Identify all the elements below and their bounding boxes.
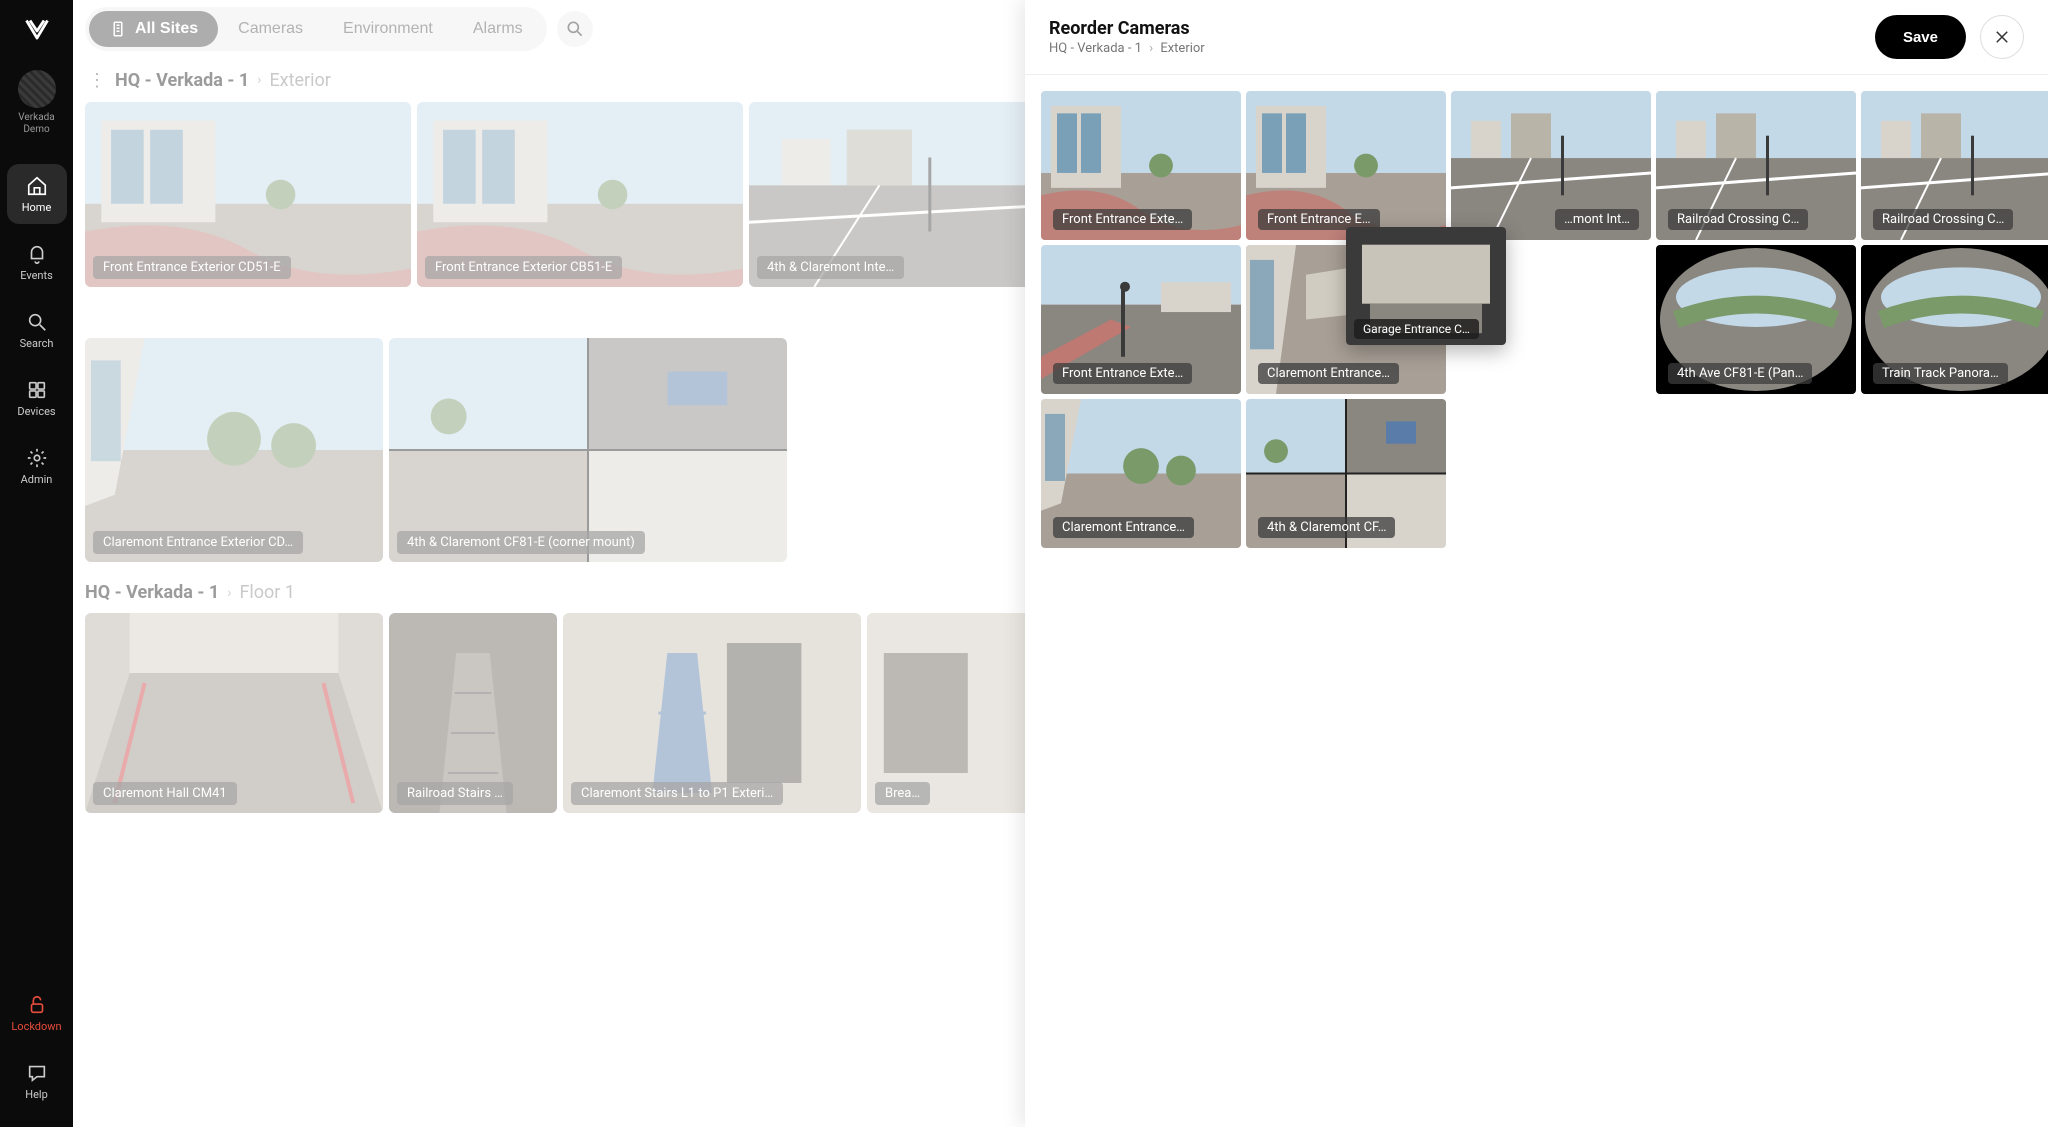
breadcrumb-site[interactable]: HQ - Verkada - 1 (115, 70, 249, 91)
camera-label: Front Entrance Exte… (1053, 209, 1192, 230)
reorder-tile[interactable]: 4th Ave CF81-E (Pan… (1656, 245, 1856, 394)
close-icon (1993, 28, 2011, 46)
logo[interactable] (18, 12, 56, 50)
tab-alarms-label: Alarms (473, 20, 523, 38)
nav-lockdown-label: Lockdown (11, 1020, 61, 1033)
nav-search-label: Search (20, 337, 54, 350)
camera-label: 4th & Claremont CF… (1258, 517, 1395, 538)
camera-label: Garage Entrance C… (1354, 319, 1479, 339)
chevron-right-icon: › (257, 72, 261, 88)
panel-breadcrumb-site: HQ - Verkada - 1 (1049, 41, 1142, 56)
reorder-grid: Front Entrance Exte… Front Entrance E… …mo… (1041, 91, 2032, 553)
camera-label: 4th Ave CF81-E (Pan… (1668, 363, 1812, 384)
reorder-tile[interactable]: Train Track Panora… (1861, 245, 2048, 394)
camera-label: Brea… (875, 782, 930, 805)
camera-label: Claremont Entrance… (1258, 363, 1399, 384)
panel-breadcrumb-sub: Exterior (1160, 41, 1204, 56)
nav-events-label: Events (20, 269, 53, 282)
camera-label: Claremont Entrance… (1053, 517, 1194, 538)
search-icon (26, 311, 48, 333)
filter-all-sites-label: All Sites (135, 20, 198, 38)
nav-help[interactable]: Help (7, 1051, 67, 1111)
camera-tile[interactable]: Claremont Stairs L1 to P1 Exteri… (563, 613, 861, 813)
nav-home[interactable]: Home (7, 164, 67, 224)
camera-tile[interactable]: Brea… (867, 613, 1035, 813)
filter-group: All Sites Cameras Environment Alarms (85, 7, 547, 51)
camera-label: Railroad Stairs … (397, 782, 513, 805)
reorder-tile[interactable]: Claremont Entrance… (1041, 399, 1241, 548)
reorder-tile[interactable]: Front Entrance Exte… (1041, 245, 1241, 394)
camera-tile[interactable]: Front Entrance Exterior CB51-E (417, 102, 743, 287)
camera-label: Front Entrance Exte… (1053, 363, 1192, 384)
nav-search[interactable]: Search (7, 300, 67, 360)
devices-icon (26, 379, 48, 401)
search-button[interactable] (557, 11, 593, 47)
panel-title: Reorder Cameras (1049, 18, 1875, 39)
camera-label: Claremont Entrance Exterior CD… (93, 531, 303, 554)
panel-breadcrumb: HQ - Verkada - 1 › Exterior (1049, 41, 1875, 56)
breadcrumb-sublocation[interactable]: Floor 1 (239, 582, 295, 603)
camera-label: Front Entrance Exterior CD51-E (93, 256, 291, 279)
reorder-panel: Reorder Cameras HQ - Verkada - 1 › Exter… (1025, 0, 2048, 1127)
chat-icon (26, 1062, 48, 1084)
tab-cameras[interactable]: Cameras (218, 11, 323, 47)
nav-devices[interactable]: Devices (7, 368, 67, 428)
search-icon (565, 19, 585, 39)
chevron-right-icon: › (227, 585, 231, 601)
section-more-button[interactable]: ⋮ (85, 68, 109, 92)
bell-icon (26, 243, 48, 265)
reorder-tile[interactable]: Railroad Crossing C… (1656, 91, 1856, 240)
nav-help-label: Help (25, 1088, 48, 1101)
sites-icon (109, 20, 127, 38)
camera-label: 4th & Claremont CF81-E (corner mount) (397, 531, 645, 554)
camera-label: Claremont Hall CM41 (93, 782, 237, 805)
save-button[interactable]: Save (1875, 15, 1966, 59)
camera-tile[interactable]: Claremont Hall CM41 (85, 613, 383, 813)
reorder-tile[interactable]: …mont Int… (1451, 91, 1651, 240)
tab-environment-label: Environment (343, 20, 433, 38)
panel-header: Reorder Cameras HQ - Verkada - 1 › Exter… (1025, 0, 2048, 75)
nav-devices-label: Devices (17, 405, 55, 418)
camera-tile[interactable]: Railroad Stairs … (389, 613, 557, 813)
camera-thumbnail (85, 338, 383, 562)
nav-events[interactable]: Events (7, 232, 67, 292)
lock-icon (26, 994, 48, 1016)
reorder-tile[interactable]: Railroad Crossing C… (1861, 91, 2048, 240)
breadcrumb-sublocation[interactable]: Exterior (269, 70, 330, 91)
gear-icon (26, 447, 48, 469)
close-button[interactable] (1980, 15, 2024, 59)
nav-admin[interactable]: Admin (7, 436, 67, 496)
nav-admin-label: Admin (21, 473, 53, 486)
camera-tile[interactable]: Claremont Entrance Exterior CD… (85, 338, 383, 562)
camera-tile[interactable]: 4th & Claremont CF81-E (corner mount) (389, 338, 787, 562)
tab-alarms[interactable]: Alarms (453, 11, 543, 47)
camera-label: …mont Int… (1555, 209, 1639, 230)
filter-all-sites[interactable]: All Sites (89, 11, 218, 47)
reorder-tile[interactable]: Front Entrance E… (1246, 91, 1446, 240)
reorder-tile[interactable]: 4th & Claremont CF… (1246, 399, 1446, 548)
chevron-right-icon: › (1149, 41, 1153, 56)
reorder-tile[interactable]: Front Entrance Exte… (1041, 91, 1241, 240)
camera-label: Railroad Crossing C… (1873, 209, 2013, 230)
camera-label: Railroad Crossing C… (1668, 209, 1808, 230)
camera-label: Claremont Stairs L1 to P1 Exteri… (571, 782, 783, 805)
camera-label: Train Track Panora… (1873, 363, 2008, 384)
nav-home-label: Home (22, 201, 52, 214)
camera-label: 4th & Claremont Inte… (757, 256, 904, 279)
camera-tile[interactable]: Front Entrance Exterior CD51-E (85, 102, 411, 287)
breadcrumb-site[interactable]: HQ - Verkada - 1 (85, 582, 219, 603)
camera-label: Front Entrance Exterior CB51-E (425, 256, 622, 279)
logo-icon (23, 17, 51, 45)
org-avatar[interactable] (18, 70, 56, 108)
org-name: Verkada Demo (18, 112, 54, 136)
panel-body: Front Entrance Exte… Front Entrance E… …mo… (1025, 75, 2048, 1127)
sidebar: Verkada Demo Home Events Search Devices … (0, 0, 73, 1127)
nav-lockdown[interactable]: Lockdown (7, 983, 67, 1043)
home-icon (26, 175, 48, 197)
tab-cameras-label: Cameras (238, 20, 303, 38)
reorder-tile-dragging[interactable]: Garage Entrance C… (1346, 227, 1506, 345)
tab-environment[interactable]: Environment (323, 11, 453, 47)
camera-thumbnail (389, 338, 787, 562)
